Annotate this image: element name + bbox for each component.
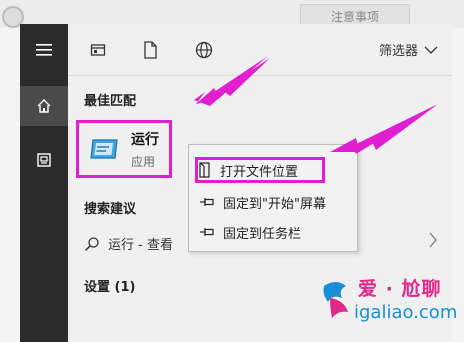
apps-filter-button[interactable] (88, 40, 108, 60)
pin-icon (200, 228, 214, 236)
search-suggestions-heading: 搜索建议 (84, 202, 137, 217)
web-globe-icon (195, 41, 213, 59)
context-pin-to-start[interactable]: 固定到"开始"屏幕 (199, 189, 355, 215)
start-rail (20, 24, 68, 342)
documents-button[interactable] (20, 140, 68, 180)
search-suggestion-item[interactable]: 运行 - 查看 (84, 234, 173, 253)
web-filter-button[interactable] (194, 40, 214, 60)
documents-filter-button[interactable] (140, 40, 160, 60)
context-open-file-location[interactable]: 打开文件位置 (195, 157, 325, 183)
chevron-down-icon (424, 46, 438, 54)
search-suggestion-text: 运行 - 查看 (108, 238, 173, 253)
best-match-heading: 最佳匹配 (84, 94, 137, 109)
search-icon (84, 236, 99, 251)
document-box-icon (37, 153, 51, 167)
best-match-run-app[interactable]: 运行 应用 (76, 120, 172, 178)
document-icon (144, 41, 157, 59)
chevron-right-icon[interactable] (428, 232, 438, 253)
context-pin-to-taskbar-label: 固定到任务栏 (223, 226, 302, 242)
filter-dropdown[interactable]: 筛选器 (379, 40, 438, 59)
context-menu: 打开文件位置 固定到"开始"屏幕 固定到任务栏 (188, 144, 358, 252)
apps-icon (90, 44, 106, 56)
hamburger-menu-button[interactable] (20, 30, 68, 70)
watermark-title: 爱 · 尬聊 (358, 278, 442, 300)
context-pin-to-start-label: 固定到"开始"屏幕 (223, 196, 326, 212)
watermark-url: igaliao.com (354, 302, 458, 323)
best-match-subtitle: 应用 (131, 154, 156, 169)
filter-label: 筛选器 (378, 44, 418, 59)
watermark: 爱 · 尬聊 igaliao.com (318, 270, 458, 330)
home-button[interactable] (20, 86, 68, 126)
home-icon (37, 99, 51, 113)
settings-heading[interactable]: 设置 (1) (84, 276, 135, 295)
search-filter-toolbar: 筛选器 (68, 24, 452, 76)
run-app-icon (85, 130, 123, 168)
best-match-title: 运行 (131, 131, 159, 148)
watermark-logo-icon (323, 282, 348, 318)
context-open-file-location-label: 打开文件位置 (220, 164, 299, 180)
context-pin-to-taskbar[interactable]: 固定到任务栏 (199, 219, 355, 245)
pin-icon (200, 198, 214, 206)
open-folder-icon (199, 162, 210, 178)
hamburger-menu-icon (36, 44, 52, 56)
